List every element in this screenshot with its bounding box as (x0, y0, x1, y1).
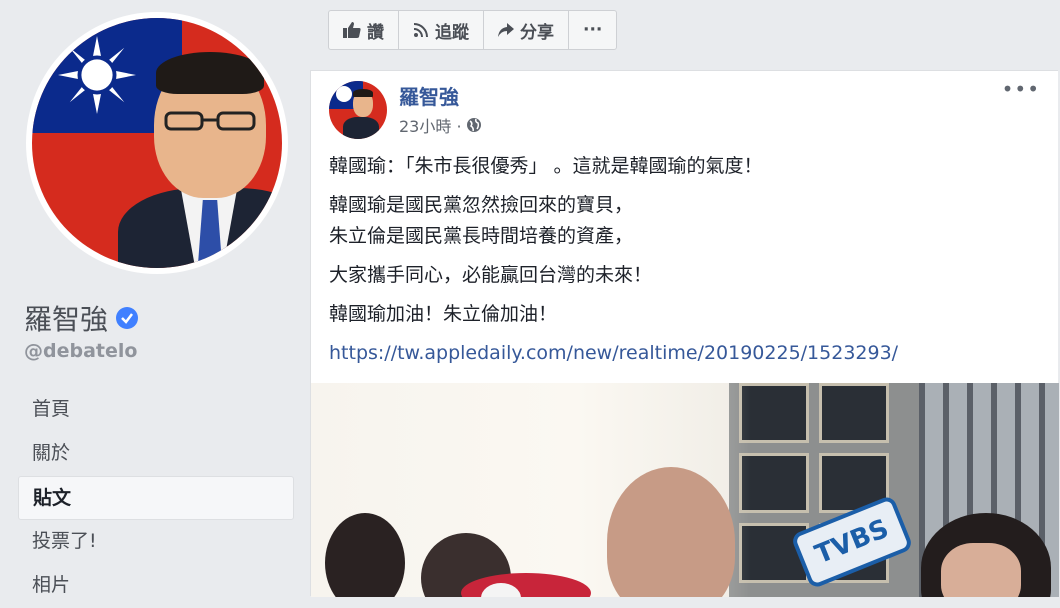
post-link[interactable]: https://tw.appledaily.com/new/realtime/2… (329, 342, 898, 364)
post-line: 韓國瑜是國民黨忽然撿回來的寶貝， (329, 194, 634, 216)
follow-button[interactable]: 追蹤 (399, 11, 484, 49)
page-action-bar: 讚 追蹤 分享 ··· (328, 10, 618, 50)
nav-item-polls[interactable]: 投票了! (18, 520, 294, 564)
ellipsis-icon: ··· (583, 20, 603, 40)
nav-item-home[interactable]: 首頁 (18, 388, 294, 432)
share-arrow-icon (498, 23, 514, 37)
post-text: 韓國瑜：「朱市長很優秀」 。這就是韓國瑜的氣度！ 韓國瑜是國民黨忽然撿回來的寶貝… (329, 151, 1029, 377)
like-button[interactable]: 讚 (329, 11, 399, 49)
follow-label: 追蹤 (435, 22, 469, 43)
profile-picture[interactable] (32, 18, 282, 268)
page-sidebar: 羅智強 @debatelo 首頁 關於 貼文 投票了! 相片 (0, 0, 310, 596)
white-sun-icon (58, 36, 136, 114)
glasses-icon (164, 111, 256, 131)
nav-item-photos[interactable]: 相片 (18, 564, 294, 608)
page-handle[interactable]: @debatelo (24, 340, 137, 362)
post-author-avatar[interactable] (329, 81, 387, 139)
post-card: 羅智強 23小時 · ••• 韓國瑜：「朱市長很優秀」 。這就是韓國瑜的氣度！ … (310, 70, 1059, 597)
post-timestamp: 23小時 · (399, 113, 482, 137)
page-nav: 首頁 關於 貼文 投票了! 相片 (18, 388, 294, 608)
post-options-icon[interactable]: ••• (1002, 77, 1040, 101)
globe-icon (466, 118, 481, 132)
post-time[interactable]: 23小時 · (399, 113, 462, 137)
post-line: 大家攜手同心，必能贏回台灣的未來！ (329, 264, 653, 286)
post-line: 韓國瑜加油！朱立倫加油！ (329, 303, 558, 325)
nav-item-posts[interactable]: 貼文 (18, 476, 294, 520)
verified-badge-icon (116, 307, 139, 329)
hair (156, 52, 264, 94)
page-title: 羅智強 (24, 298, 139, 338)
share-label: 分享 (520, 22, 554, 43)
post-line: 韓國瑜：「朱市長很優秀」 。這就是韓國瑜的氣度！ (329, 155, 763, 177)
rss-icon (413, 23, 428, 38)
like-label: 讚 (367, 22, 384, 43)
crowd-person-face (941, 543, 1021, 597)
post-line: 朱立倫是國民黨長時間培養的資產， (329, 225, 634, 247)
page-name-text: 羅智強 (24, 303, 109, 336)
share-button[interactable]: 分享 (484, 11, 569, 49)
more-options-button[interactable]: ··· (569, 11, 616, 49)
nav-item-about[interactable]: 關於 (18, 432, 294, 476)
building-window (819, 383, 889, 443)
profile-picture-frame[interactable] (26, 12, 288, 274)
post-photo[interactable]: TVBS (311, 383, 1059, 597)
thumbs-up-icon (343, 22, 361, 38)
post-author-name[interactable]: 羅智強 (399, 81, 459, 110)
